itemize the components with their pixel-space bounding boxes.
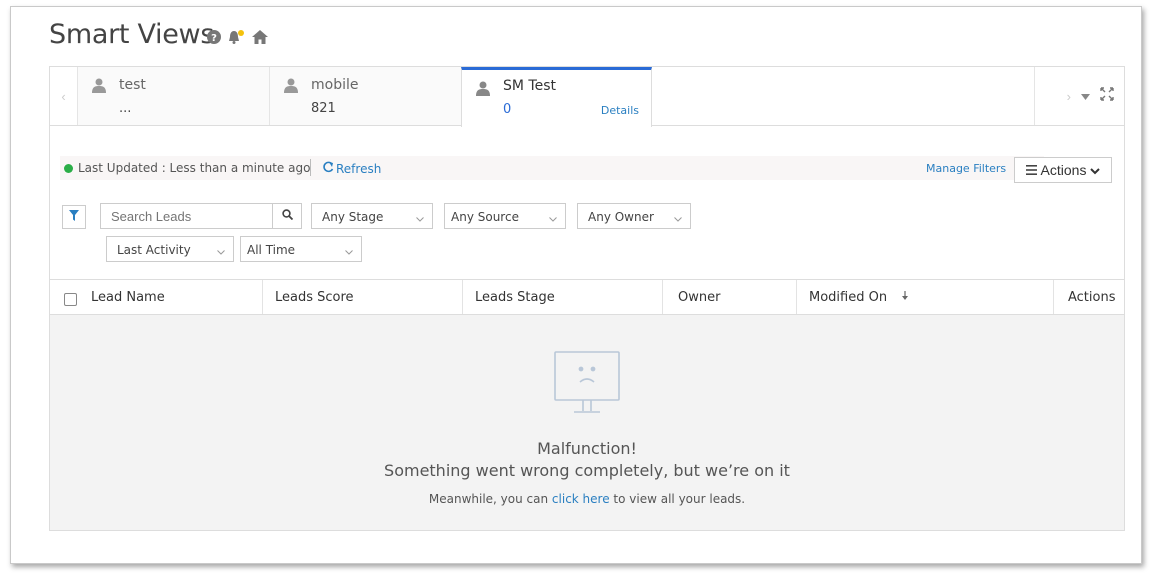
home-icon[interactable] — [251, 29, 269, 45]
col-label: Modified On — [809, 290, 888, 305]
refresh-icon — [322, 161, 334, 176]
time-select-value: All Time — [247, 243, 296, 257]
chevron-down-icon — [1090, 162, 1101, 178]
tab-sm-test[interactable]: SM Test 0 Details — [461, 67, 652, 127]
tab-test[interactable]: test ... — [78, 67, 270, 125]
chevron-down-icon — [345, 244, 353, 258]
view-all-leads-link[interactable]: click here — [552, 492, 610, 506]
status-bar: Last Updated : Less than a minute ago Re… — [60, 156, 1044, 180]
sort-arrow-icon — [901, 290, 909, 305]
actions-dropdown[interactable]: Actions — [1014, 157, 1112, 183]
smart-views-panel: ‹ test ... mobile 821 SM Test 0 Details … — [49, 66, 1125, 531]
help-icon[interactable]: ? — [207, 30, 221, 44]
tab-count: 821 — [311, 101, 336, 116]
caret-down-icon[interactable] — [1081, 87, 1090, 105]
menu-icon — [1025, 162, 1037, 178]
status-dot — [64, 164, 73, 173]
col-modified-on[interactable]: Modified On — [797, 280, 1054, 314]
error-subtitle: Something went wrong completely, but we’… — [384, 461, 790, 480]
user-icon — [476, 81, 490, 101]
tab-mobile[interactable]: mobile 821 — [270, 67, 462, 125]
title-icons: ? — [207, 29, 269, 45]
tab-bar: ‹ test ... mobile 821 SM Test 0 Details … — [50, 67, 1124, 127]
user-icon — [284, 78, 298, 98]
col-lead-name[interactable]: Lead Name — [50, 280, 263, 314]
search-input[interactable] — [100, 203, 289, 229]
error-help-line: Meanwhile, you can click here to view al… — [50, 492, 1124, 506]
filter-toggle-button[interactable] — [62, 205, 86, 229]
empty-state: Malfunction! Something went wrong comple… — [50, 315, 1124, 530]
search-icon — [281, 207, 293, 225]
actions-label: Actions — [1040, 162, 1087, 178]
chevron-down-icon — [416, 211, 424, 225]
select-all-checkbox[interactable] — [64, 293, 77, 306]
col-label: Owner — [678, 290, 721, 305]
col-owner[interactable]: Owner — [663, 280, 797, 314]
divider — [310, 159, 311, 176]
chevron-down-icon — [674, 211, 682, 225]
refresh-label: Refresh — [336, 161, 382, 176]
search-button[interactable] — [272, 203, 302, 229]
window-frame: Smart Views ? ‹ test ... mobile 821 SM T… — [10, 6, 1142, 564]
broken-monitor-icon — [554, 351, 620, 422]
tab-count: ... — [119, 101, 132, 116]
activity-select[interactable]: Last Activity — [106, 236, 234, 262]
tab-prev-button[interactable]: ‹ — [50, 67, 78, 125]
manage-filters-link[interactable]: Manage Filters — [926, 162, 1006, 175]
tab-name: test — [119, 77, 146, 93]
refresh-button[interactable]: Refresh — [322, 161, 381, 176]
col-label: Actions — [1068, 290, 1116, 305]
col-actions: Actions — [1054, 280, 1124, 314]
col-label: Leads Score — [275, 290, 354, 305]
error-title: Malfunction! — [537, 439, 637, 458]
col-leads-stage[interactable]: Leads Stage — [463, 280, 663, 314]
tab-name: mobile — [311, 77, 359, 93]
page-title: Smart Views — [49, 19, 215, 50]
notification-bell-icon[interactable] — [227, 29, 245, 45]
expand-icon[interactable] — [1100, 86, 1114, 106]
tab-controls: › — [1034, 67, 1124, 125]
source-select-value: Any Source — [451, 210, 519, 224]
owner-select[interactable]: Any Owner — [577, 203, 691, 229]
tab-count: 0 — [503, 102, 512, 117]
owner-select-value: Any Owner — [588, 210, 654, 224]
last-updated-text: Last Updated : Less than a minute ago — [78, 161, 311, 175]
help-prefix: Meanwhile, you can — [428, 492, 549, 506]
stage-select[interactable]: Any Stage — [311, 203, 433, 229]
source-select[interactable]: Any Source — [444, 203, 566, 229]
svg-text:?: ? — [211, 33, 217, 44]
stage-select-value: Any Stage — [322, 210, 384, 224]
grid-header: Lead Name Leads Score Leads Stage Owner … — [50, 279, 1124, 315]
col-leads-score[interactable]: Leads Score — [263, 280, 463, 314]
activity-select-value: Last Activity — [117, 243, 191, 257]
tab-name: SM Test — [503, 78, 556, 94]
chevron-left-icon: ‹ — [61, 88, 66, 104]
chevron-right-icon[interactable]: › — [1067, 89, 1071, 104]
chevron-down-icon — [217, 244, 225, 258]
col-label: Leads Stage — [475, 290, 555, 305]
help-suffix: to view all your leads. — [613, 492, 746, 506]
tab-details-link[interactable]: Details — [601, 104, 639, 117]
col-label: Lead Name — [91, 290, 165, 305]
chevron-down-icon — [549, 211, 557, 225]
user-icon — [92, 78, 106, 98]
time-select[interactable]: All Time — [240, 236, 362, 262]
funnel-icon — [69, 208, 79, 226]
